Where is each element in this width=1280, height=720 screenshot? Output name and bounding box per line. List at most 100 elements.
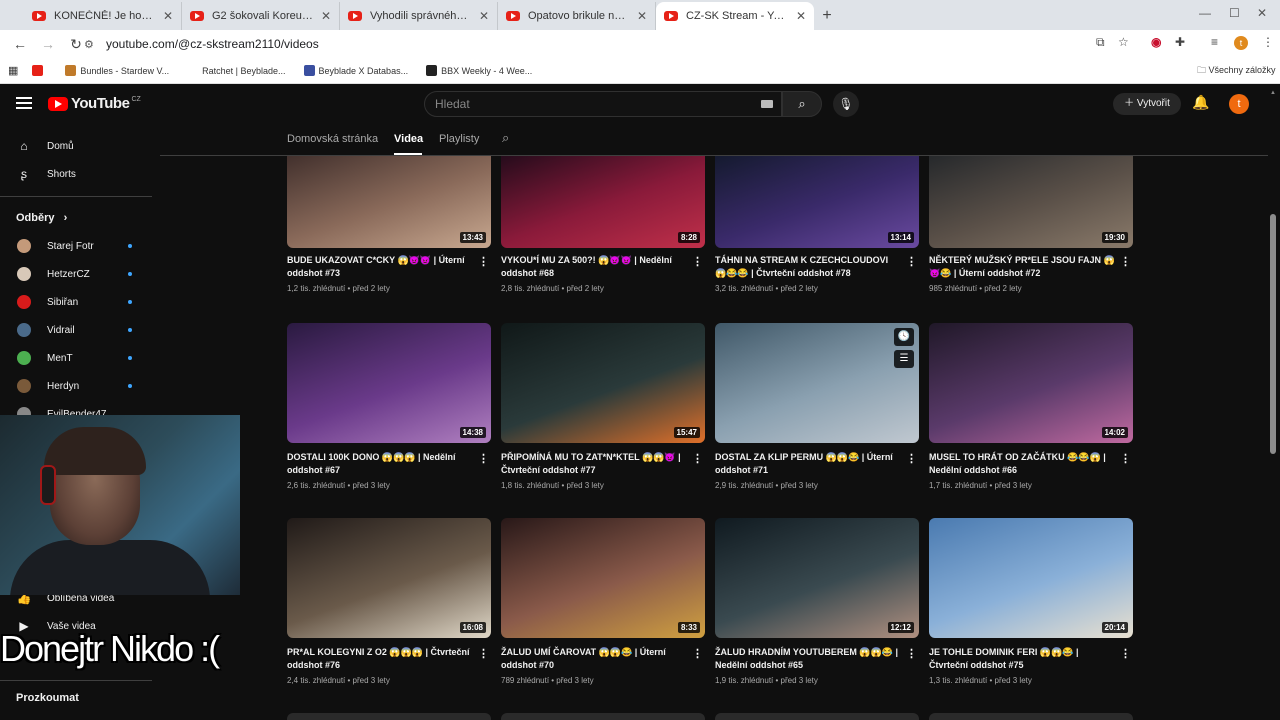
bookmark-item[interactable]: BBX Weekly - 4 Wee... <box>426 65 532 76</box>
minimize-window-button[interactable]: — <box>1199 6 1211 20</box>
browser-tab[interactable]: KONEČNĚ! Je hospoda U DOU... ✕ <box>24 2 182 30</box>
video-thumbnail[interactable]: 15:47 <box>501 323 705 443</box>
video-title[interactable]: PŘIPOMÍNÁ MU TO ZAT*N*KTEL 😱😱👿 | Čtvrteč… <box>501 451 687 477</box>
extensions-icon[interactable]: ✚ <box>1175 35 1185 49</box>
close-tab-icon[interactable]: ✕ <box>637 9 647 23</box>
bookmark-star-icon[interactable]: ☆ <box>1118 35 1129 49</box>
video-thumbnail-partial[interactable] <box>715 713 919 720</box>
video-thumbnail[interactable]: 🕓 ☰ <box>715 323 919 443</box>
page-scrollbar[interactable] <box>1270 214 1276 454</box>
sidebar-item-subscription[interactable]: Starej Fotr <box>0 232 152 260</box>
video-more-icon[interactable]: ⋮ <box>478 255 489 268</box>
bookmark-item[interactable]: Ratchet | Beyblade... <box>187 65 286 76</box>
video-thumbnail-partial[interactable] <box>501 713 705 720</box>
video-title[interactable]: NĚKTERÝ MUŽSKÝ PR*ELE JSOU FAJN 😱👿😂 | Út… <box>929 254 1115 280</box>
tab-home[interactable]: Domovská stránka <box>287 133 378 145</box>
keyboard-icon[interactable] <box>761 100 773 108</box>
video-thumbnail-partial[interactable] <box>929 713 1133 720</box>
new-tab-button[interactable]: + <box>814 2 840 30</box>
all-bookmarks-button[interactable]: 🗀 Všechny záložky <box>1197 63 1276 79</box>
webcam-body <box>10 540 210 595</box>
create-button[interactable]: ＋ Vytvořit <box>1113 93 1181 115</box>
video-more-icon[interactable]: ⋮ <box>1120 255 1131 268</box>
account-avatar[interactable]: t <box>1229 94 1249 114</box>
channel-search-icon[interactable]: ⌕ <box>502 130 509 146</box>
maximize-window-button[interactable]: ☐ <box>1229 6 1240 20</box>
site-info-icon[interactable]: ⚙ <box>84 38 100 51</box>
bookmark-item[interactable] <box>32 65 47 76</box>
menu-icon[interactable] <box>16 97 32 109</box>
video-thumbnail[interactable]: 14:02 <box>929 323 1133 443</box>
video-title[interactable]: DOSTAL ZA KLIP PERMU 😱😱😂 | Úterní oddsho… <box>715 451 901 477</box>
video-thumbnail[interactable]: 8:28 <box>501 156 705 248</box>
sidebar-item-home[interactable]: ⌂ Domů <box>0 132 152 160</box>
bookmark-item[interactable]: Bundles - Stardew V... <box>65 65 169 76</box>
video-more-icon[interactable]: ⋮ <box>692 255 703 268</box>
video-views: 2,9 tis. zhlédnutí <box>715 481 774 490</box>
video-more-icon[interactable]: ⋮ <box>906 255 917 268</box>
search-input[interactable]: Hledat <box>424 91 782 117</box>
browser-menu-icon[interactable]: ⋮ <box>1262 35 1274 49</box>
video-more-icon[interactable]: ⋮ <box>478 647 489 660</box>
video-more-icon[interactable]: ⋮ <box>1120 452 1131 465</box>
video-thumbnail[interactable]: 12:12 <box>715 518 919 638</box>
profile-avatar[interactable]: t <box>1234 35 1248 50</box>
scroll-up-arrow[interactable]: ▲ <box>1270 90 1276 96</box>
search-button[interactable]: ⌕ <box>782 91 822 117</box>
video-thumbnail-partial[interactable] <box>287 713 491 720</box>
video-thumbnail[interactable]: 14:38 <box>287 323 491 443</box>
tab-playlists[interactable]: Playlisty <box>439 133 479 145</box>
video-thumbnail[interactable]: 19:30 <box>929 156 1133 248</box>
forward-icon[interactable]: → <box>36 36 60 52</box>
watch-later-icon[interactable]: 🕓 <box>894 328 914 346</box>
browser-tab[interactable]: G2 šokovali Koreu, Hitpoint pro... ✕ <box>182 2 340 30</box>
close-tab-icon[interactable]: ✕ <box>796 9 806 23</box>
video-title[interactable]: ŽALUD UMÍ ČAROVAT 😱😱😂 | Úterní oddshot #… <box>501 646 687 672</box>
video-title[interactable]: TÁHNI NA STREAM K CZECHCLOUDOVI 😱😂😂 | Čt… <box>715 254 901 280</box>
sidebar-item-subscription[interactable]: Sibiřan <box>0 288 152 316</box>
video-thumbnail[interactable]: 8:33 <box>501 518 705 638</box>
video-thumbnail[interactable]: 16:08 <box>287 518 491 638</box>
video-title[interactable]: BUDE UKAZOVAT C*CKY 😱👿👿 | Úterní oddshot… <box>287 254 473 280</box>
sidebar-item-subscription[interactable]: HetzerCZ <box>0 260 152 288</box>
video-title[interactable]: DOSTALI 100K DONO 😱😱😱 | Nedělní oddshot … <box>287 451 473 477</box>
video-more-icon[interactable]: ⋮ <box>906 452 917 465</box>
browser-tab[interactable]: CZ-SK Stream - YouTube ✕ <box>656 2 814 30</box>
notifications-bell-icon[interactable]: 🔔 <box>1192 94 1209 111</box>
video-more-icon[interactable]: ⋮ <box>692 647 703 660</box>
sidebar-item-subscription[interactable]: MenT <box>0 344 152 372</box>
address-bar[interactable]: ⚙ youtube.com/@cz-skstream2110/videos <box>84 33 1140 55</box>
video-thumbnail[interactable]: 13:43 <box>287 156 491 248</box>
tab-videos[interactable]: Videa <box>394 133 423 145</box>
bookmark-item[interactable]: Beyblade X Databas... <box>303 65 408 76</box>
apps-grid-icon[interactable]: ▦ <box>8 64 18 77</box>
video-more-icon[interactable]: ⋮ <box>478 452 489 465</box>
video-more-icon[interactable]: ⋮ <box>906 647 917 660</box>
back-icon[interactable]: ← <box>8 36 32 52</box>
sidebar-item-subscription[interactable]: Herdyn <box>0 372 152 400</box>
video-title[interactable]: MUSEL TO HRÁT OD ZAČÁTKU 😂😂😱 | Nedělní o… <box>929 451 1115 477</box>
close-tab-icon[interactable]: ✕ <box>321 9 331 23</box>
close-window-button[interactable]: ✕ <box>1257 6 1267 20</box>
video-title[interactable]: PR*AL KOLEGYNI Z O2 😱😱😱 | Čtvrteční odds… <box>287 646 473 672</box>
video-more-icon[interactable]: ⋮ <box>1120 647 1131 660</box>
video-title[interactable]: VYKOU*Í MU ZA 500?! 😱👿👿 | Nedělní oddsho… <box>501 254 687 280</box>
close-tab-icon[interactable]: ✕ <box>479 9 489 23</box>
close-tab-icon[interactable]: ✕ <box>163 9 173 23</box>
opera-extension-icon[interactable]: ◉ <box>1151 35 1161 49</box>
video-more-icon[interactable]: ⋮ <box>692 452 703 465</box>
sidebar-item-subscription[interactable]: Vidrail <box>0 316 152 344</box>
install-app-icon[interactable]: ⧉ <box>1096 35 1105 50</box>
voice-search-button[interactable]: 🎙 <box>833 91 859 117</box>
subscriptions-heading[interactable]: Odběry › <box>16 212 67 224</box>
video-thumbnail[interactable]: 20:14 <box>929 518 1133 638</box>
sidebar-item-shorts[interactable]: ʂ Shorts <box>0 160 152 188</box>
browser-tab[interactable]: Opatovo brikule na Hitpoint ak... ✕ <box>498 2 656 30</box>
youtube-logo[interactable]: YouTube CZ <box>48 95 141 112</box>
add-to-queue-icon[interactable]: ☰ <box>894 350 914 368</box>
video-thumbnail[interactable]: 13:14 <box>715 156 919 248</box>
video-title[interactable]: ŽALUD HRADNÍM YOUTUBEREM 😱😱😂 | Nedělní o… <box>715 646 901 672</box>
reading-list-icon[interactable]: ≡ <box>1211 35 1218 49</box>
video-title[interactable]: JE TOHLE DOMINIK FERI 😱😱😂 | Čtvrteční od… <box>929 646 1115 672</box>
browser-tab[interactable]: Vyhodili správného hráče? Bylo... ✕ <box>340 2 498 30</box>
